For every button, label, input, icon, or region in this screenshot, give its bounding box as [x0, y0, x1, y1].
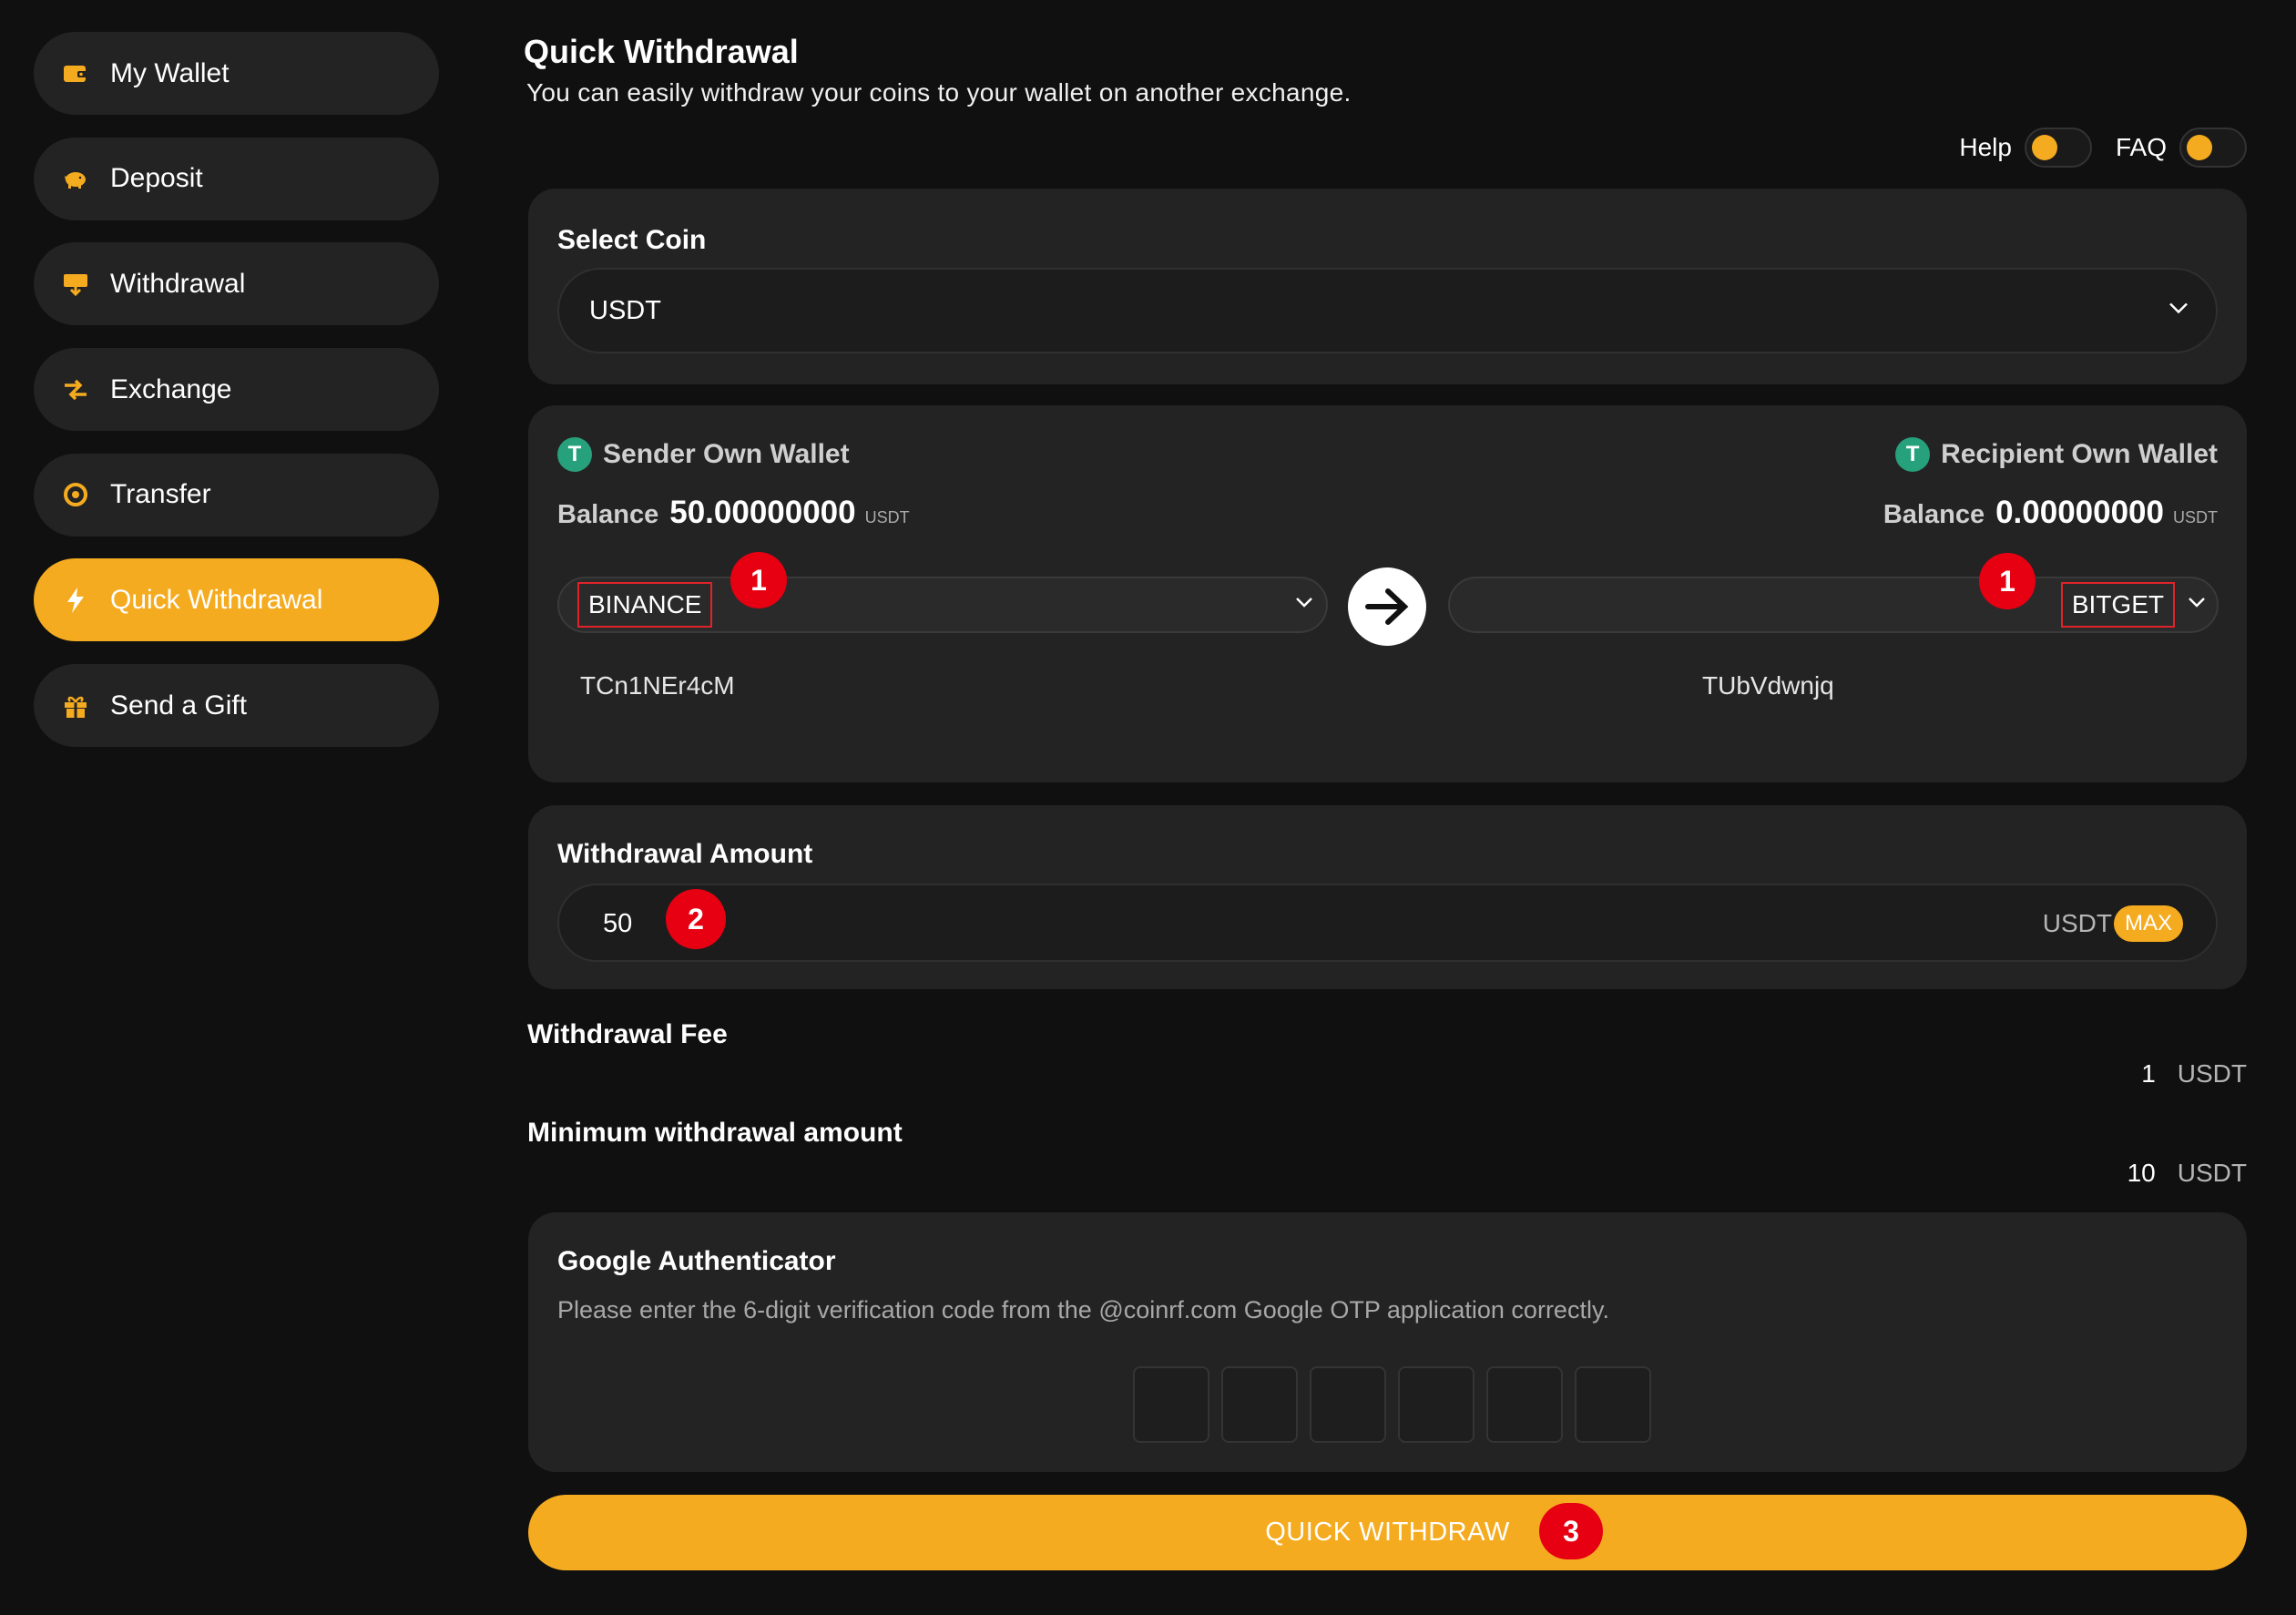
- amount-value: 50: [603, 909, 633, 938]
- step-badge-1: 1: [730, 552, 787, 608]
- quick-withdraw-label: QUICK WITHDRAW: [1265, 1518, 1510, 1547]
- max-button[interactable]: MAX: [2113, 905, 2183, 942]
- withdrawal-fee-value: 1 USDT: [2141, 1059, 2247, 1089]
- minimum-withdrawal-value: 10 USDT: [2128, 1159, 2247, 1188]
- chevron-down-icon: [2188, 597, 2206, 613]
- faq-label: FAQ: [2115, 133, 2167, 161]
- sidebar-item-label: Quick Withdrawal: [110, 584, 323, 615]
- chevron-down-icon: [1295, 597, 1313, 613]
- sender-exchange-value: BINANCE: [577, 582, 713, 628]
- sidebar-item-transfer[interactable]: Transfer: [34, 453, 439, 537]
- balance-label: Balance: [1883, 500, 1985, 529]
- sidebar-item-exchange[interactable]: Exchange: [34, 348, 439, 432]
- otp-digit-input[interactable]: [1486, 1366, 1563, 1443]
- sidebar-item-label: Exchange: [110, 373, 232, 404]
- withdrawal-amount-label: Withdrawal Amount: [557, 839, 813, 869]
- page-subtitle: You can easily withdraw your coins to yo…: [526, 78, 1352, 107]
- google-authenticator-card: Google Authenticator Please enter the 6-…: [528, 1212, 2247, 1472]
- sidebar-item-label: Withdrawal: [110, 268, 246, 299]
- transfer-icon: [61, 480, 90, 509]
- withdrawal-amount-card: Withdrawal Amount 50 USDT MAX 2: [528, 805, 2247, 989]
- minimum-number: 10: [2127, 1159, 2156, 1187]
- sidebar-item-label: Send a Gift: [110, 690, 248, 721]
- minimum-withdrawal-label: Minimum withdrawal amount: [527, 1118, 903, 1148]
- chevron-down-icon: [2168, 302, 2189, 320]
- sidebar-item-label: My Wallet: [110, 57, 230, 88]
- exchange-arrows-icon: [61, 375, 90, 404]
- amount-unit: USDT: [2042, 909, 2112, 937]
- step-badge-1: 1: [1979, 553, 2036, 609]
- recipient-wallet-title: Recipient Own Wallet: [1941, 439, 2218, 469]
- help-label: Help: [1959, 133, 2012, 161]
- coin-select[interactable]: USDT: [557, 268, 2218, 353]
- sender-address: TCn1NEr4cM: [580, 671, 735, 700]
- sender-exchange-select[interactable]: BINANCE: [557, 577, 1328, 633]
- recipient-exchange-select[interactable]: BITGET: [1448, 577, 2219, 633]
- sidebar-item-send-a-gift[interactable]: Send a Gift: [34, 664, 439, 748]
- recipient-address: TUbVdwnjq: [1702, 671, 1834, 700]
- sidebar-item-label: Deposit: [110, 163, 203, 194]
- select-coin-label: Select Coin: [557, 225, 707, 255]
- withdrawal-fee-label: Withdrawal Fee: [527, 1019, 728, 1049]
- sender-balance: Balance 50.00000000 USDT: [557, 495, 910, 531]
- otp-digit-input[interactable]: [1310, 1366, 1386, 1443]
- sender-wallet-header: T Sender Own Wallet: [557, 437, 850, 472]
- toggle-knob: [2187, 135, 2212, 160]
- minimum-unit: USDT: [2177, 1159, 2247, 1187]
- otp-digit-input[interactable]: [1398, 1366, 1475, 1443]
- otp-digit-input[interactable]: [1133, 1366, 1209, 1443]
- sidebar-item-quick-withdrawal[interactable]: Quick Withdrawal: [34, 558, 439, 642]
- step-badge-2: 2: [666, 889, 726, 949]
- sidebar-item-deposit[interactable]: Deposit: [34, 137, 439, 220]
- recipient-exchange-value: BITGET: [2060, 582, 2175, 628]
- coin-select-value: USDT: [589, 295, 661, 325]
- balance-unit: USDT: [2173, 508, 2218, 526]
- otp-digit-input[interactable]: [1575, 1366, 1651, 1443]
- sidebar: My Wallet Deposit Withdrawal Exchange Tr…: [34, 32, 439, 770]
- tether-icon: T: [1895, 437, 1931, 472]
- fee-number: 1: [2141, 1059, 2156, 1088]
- google-authenticator-title: Google Authenticator: [557, 1246, 836, 1276]
- withdrawal-amount-input[interactable]: 50 USDT MAX: [557, 884, 2218, 962]
- arrow-right-icon: [1348, 567, 1426, 646]
- balance-value: 0.00000000: [1995, 495, 2164, 530]
- help-toggle[interactable]: [2024, 128, 2092, 168]
- gift-icon: [61, 691, 90, 721]
- sender-wallet-title: Sender Own Wallet: [603, 439, 850, 469]
- withdraw-icon: [61, 270, 90, 299]
- sidebar-item-my-wallet[interactable]: My Wallet: [34, 32, 439, 115]
- balance-label: Balance: [557, 500, 659, 529]
- recipient-balance: Balance 0.00000000 USDT: [1883, 495, 2218, 531]
- piggy-bank-icon: [61, 164, 90, 193]
- help-faq-toggles: Help FAQ: [1959, 128, 2247, 168]
- otp-code-inputs: [1133, 1366, 1663, 1443]
- sidebar-item-label: Transfer: [110, 479, 211, 510]
- balance-unit: USDT: [864, 508, 910, 526]
- sidebar-item-withdrawal[interactable]: Withdrawal: [34, 242, 439, 326]
- google-authenticator-description: Please enter the 6-digit verification co…: [557, 1296, 1609, 1324]
- recipient-wallet-header: T Recipient Own Wallet: [1895, 437, 2218, 472]
- toggle-knob: [2031, 135, 2057, 160]
- quick-withdraw-button[interactable]: QUICK WITHDRAW: [528, 1495, 2247, 1570]
- step-badge-3: 3: [1539, 1503, 1603, 1559]
- tether-icon: T: [557, 437, 592, 472]
- wallets-card: T Sender Own Wallet T Recipient Own Wall…: [528, 405, 2247, 782]
- fee-unit: USDT: [2177, 1059, 2247, 1088]
- lightning-icon: [61, 586, 90, 615]
- otp-digit-input[interactable]: [1221, 1366, 1298, 1443]
- page-title: Quick Withdrawal: [524, 33, 799, 70]
- wallet-icon: [61, 59, 90, 88]
- balance-value: 50.00000000: [669, 495, 856, 530]
- select-coin-card: Select Coin USDT: [528, 189, 2247, 384]
- faq-toggle[interactable]: [2179, 128, 2247, 168]
